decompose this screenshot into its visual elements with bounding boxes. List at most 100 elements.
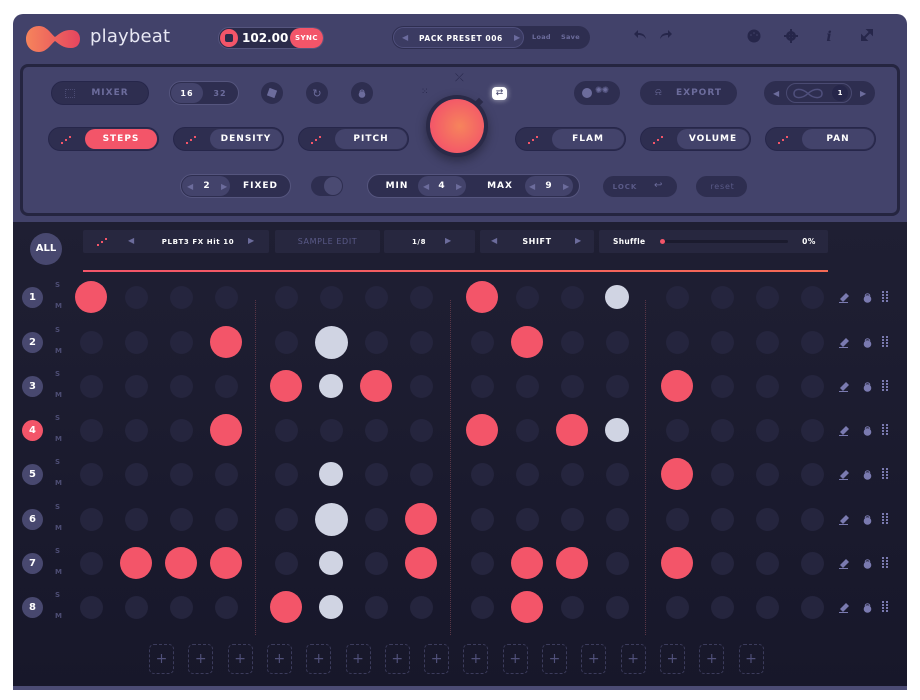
- step-pad-off[interactable]: [274, 285, 298, 309]
- lock-icon[interactable]: [863, 291, 872, 306]
- add-track-slot[interactable]: +: [345, 644, 371, 674]
- step-pad-off[interactable]: [515, 285, 539, 309]
- midi-icon[interactable]: [746, 29, 762, 45]
- solo-button[interactable]: S: [55, 370, 60, 378]
- add-track-slot[interactable]: +: [306, 644, 332, 674]
- mode-volume[interactable]: VOLUME: [640, 127, 751, 151]
- knob-face[interactable]: [430, 99, 484, 153]
- step-pad-off[interactable]: [124, 374, 148, 398]
- step-pad-off[interactable]: [800, 418, 824, 442]
- step-pad-off[interactable]: [605, 595, 629, 619]
- step-pad-active[interactable]: [556, 414, 588, 446]
- step-pad-accent[interactable]: [605, 418, 629, 442]
- step-pad-off[interactable]: [364, 330, 388, 354]
- step-pad-off[interactable]: [214, 285, 238, 309]
- step-pad-off[interactable]: [665, 595, 689, 619]
- shift-next-icon[interactable]: ▶: [575, 236, 581, 245]
- add-track-slot[interactable]: +: [620, 644, 646, 674]
- track-number-button[interactable]: 8: [22, 597, 43, 618]
- step-pad-off[interactable]: [79, 462, 103, 486]
- randomize-sample-icon[interactable]: [97, 237, 109, 247]
- eraser-icon[interactable]: [838, 380, 851, 395]
- step-pad-off[interactable]: [710, 418, 734, 442]
- add-track-slot[interactable]: +: [424, 644, 450, 674]
- step-pad-off[interactable]: [274, 507, 298, 531]
- step-pad-off[interactable]: [169, 285, 193, 309]
- steps-16-option[interactable]: 16: [171, 82, 203, 104]
- step-pad-off[interactable]: [800, 285, 824, 309]
- mute-button[interactable]: M: [55, 479, 62, 487]
- eraser-icon[interactable]: [838, 468, 851, 483]
- undo-icon[interactable]: [632, 29, 648, 45]
- sample-edit-button[interactable]: SAMPLE EDIT: [275, 230, 380, 253]
- mute-button[interactable]: M: [55, 347, 62, 355]
- step-pad-off[interactable]: [755, 507, 779, 531]
- step-pad-off[interactable]: [409, 595, 433, 619]
- track-number-button[interactable]: 5: [22, 464, 43, 485]
- stop-button[interactable]: [220, 29, 238, 47]
- eraser-icon[interactable]: [838, 513, 851, 528]
- redo-icon[interactable]: [658, 29, 674, 45]
- step-pad-off[interactable]: [710, 374, 734, 398]
- fixed-prev-icon[interactable]: ◀: [187, 182, 193, 191]
- step-pad-off[interactable]: [274, 330, 298, 354]
- step-pad-off[interactable]: [800, 374, 824, 398]
- step-pad-off[interactable]: [755, 551, 779, 575]
- step-pad-off[interactable]: [665, 330, 689, 354]
- step-pad-off[interactable]: [409, 374, 433, 398]
- step-pad-accent[interactable]: [605, 285, 629, 309]
- step-pad-off[interactable]: [409, 462, 433, 486]
- step-pad-active[interactable]: [661, 458, 693, 490]
- step-pad-off[interactable]: [800, 507, 824, 531]
- step-pad-active[interactable]: [511, 547, 543, 579]
- step-pad-off[interactable]: [605, 330, 629, 354]
- step-pad-off[interactable]: [409, 285, 433, 309]
- drag-handle-icon[interactable]: [882, 424, 889, 438]
- step-pad-off[interactable]: [710, 595, 734, 619]
- step-pad-off[interactable]: [124, 285, 148, 309]
- solo-button[interactable]: S: [55, 503, 60, 511]
- save-button[interactable]: Save: [561, 33, 580, 41]
- step-pad-off[interactable]: [755, 462, 779, 486]
- step-pad-off[interactable]: [470, 462, 494, 486]
- sample-prev-icon[interactable]: ◀: [128, 236, 134, 245]
- loop-next-icon[interactable]: ▶: [860, 89, 866, 98]
- step-pad-off[interactable]: [79, 418, 103, 442]
- all-button[interactable]: ALL: [30, 233, 62, 265]
- step-pad-off[interactable]: [560, 330, 584, 354]
- fixed-value[interactable]: 2: [199, 175, 215, 197]
- lock-icon[interactable]: [863, 380, 872, 395]
- add-track-slot[interactable]: +: [542, 644, 567, 674]
- preset-name[interactable]: PACK PRESET 006: [419, 34, 503, 43]
- step-pad-off[interactable]: [169, 374, 193, 398]
- step-pad-off[interactable]: [79, 330, 103, 354]
- track-number-button[interactable]: 1: [22, 287, 43, 308]
- add-track-slot[interactable]: +: [699, 644, 725, 674]
- step-pad-off[interactable]: [79, 507, 103, 531]
- drag-handle-icon[interactable]: [882, 601, 889, 615]
- sync-button[interactable]: SYNC: [290, 28, 323, 48]
- step-pad-off[interactable]: [364, 507, 388, 531]
- add-track-slot[interactable]: +: [266, 644, 292, 674]
- step-pad-off[interactable]: [515, 374, 539, 398]
- step-pad-off[interactable]: [364, 551, 388, 575]
- step-pad-off[interactable]: [755, 418, 779, 442]
- expand-icon[interactable]: [859, 29, 875, 45]
- step-pad-off[interactable]: [605, 462, 629, 486]
- eraser-icon[interactable]: [838, 424, 851, 439]
- fixed-next-icon[interactable]: ▶: [221, 182, 227, 191]
- max-prev-icon[interactable]: ◀: [529, 182, 535, 191]
- step-pad-off[interactable]: [605, 507, 629, 531]
- step-pad-off[interactable]: [755, 330, 779, 354]
- generate-knob[interactable]: [426, 95, 488, 157]
- mode-flam[interactable]: FLAM: [515, 127, 626, 151]
- mute-button[interactable]: M: [55, 524, 62, 532]
- add-track-slot[interactable]: +: [502, 644, 528, 674]
- min-value[interactable]: 4: [434, 175, 450, 197]
- lock-icon[interactable]: [863, 557, 872, 572]
- step-pad-active[interactable]: [511, 326, 543, 358]
- step-pad-off[interactable]: [560, 595, 584, 619]
- step-pad-off[interactable]: [169, 507, 193, 531]
- step-pad-off[interactable]: [605, 374, 629, 398]
- add-track-slot[interactable]: +: [188, 644, 214, 674]
